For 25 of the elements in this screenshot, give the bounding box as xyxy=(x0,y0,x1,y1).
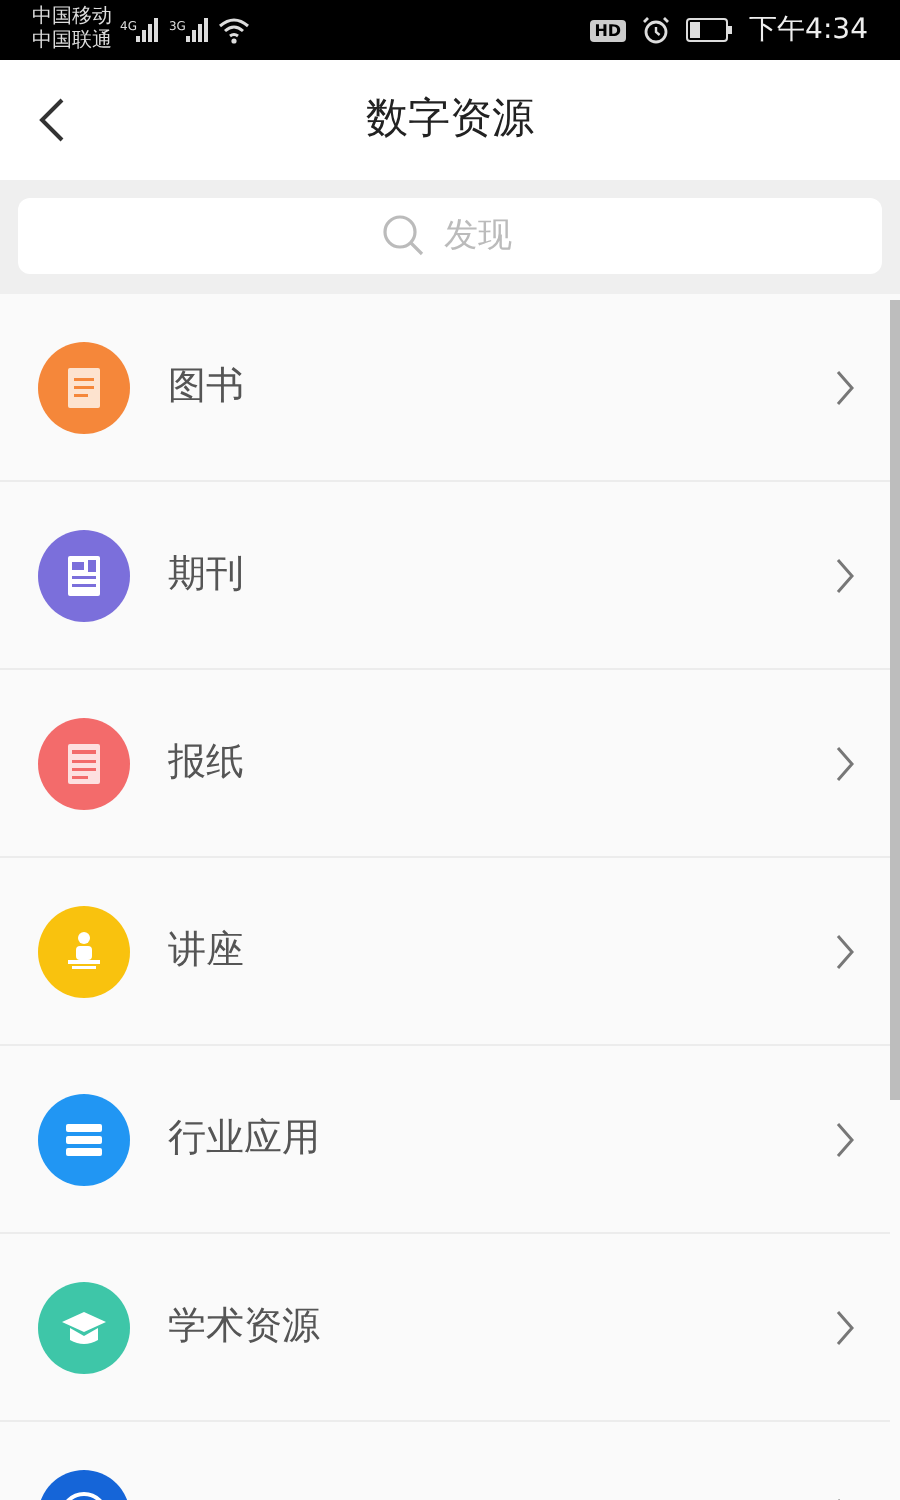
chevron-right-icon xyxy=(836,933,854,969)
battery-icon xyxy=(685,18,734,42)
page-title: 数字资源 xyxy=(366,92,534,147)
chevron-right-icon xyxy=(836,369,854,405)
chevron-right-icon xyxy=(836,1309,854,1345)
item-label: 期刊 xyxy=(168,550,244,601)
carrier-name: 中国移动 xyxy=(32,6,112,29)
carrier-name: 中国联通 xyxy=(32,30,112,54)
chevron-right-icon xyxy=(836,557,854,593)
item-label: 行业应用 xyxy=(168,1114,320,1165)
chevron-right-icon xyxy=(836,745,854,781)
search-field[interactable]: 发现 xyxy=(18,198,882,274)
hd-badge: HD xyxy=(590,19,626,41)
signal-icon xyxy=(136,18,161,42)
item-label: 学术资源 xyxy=(168,1302,320,1353)
item-label: 图书 xyxy=(168,362,244,413)
search-icon xyxy=(382,214,426,258)
signal-icon xyxy=(185,18,210,42)
wifi-icon xyxy=(217,17,250,43)
clock-time: 下午4:34 xyxy=(749,11,868,49)
alarm-icon xyxy=(641,16,670,44)
chevron-right-icon xyxy=(836,1121,854,1157)
item-label: 讲座 xyxy=(168,926,244,977)
back-icon xyxy=(38,96,66,144)
item-label: 报纸 xyxy=(168,738,244,789)
